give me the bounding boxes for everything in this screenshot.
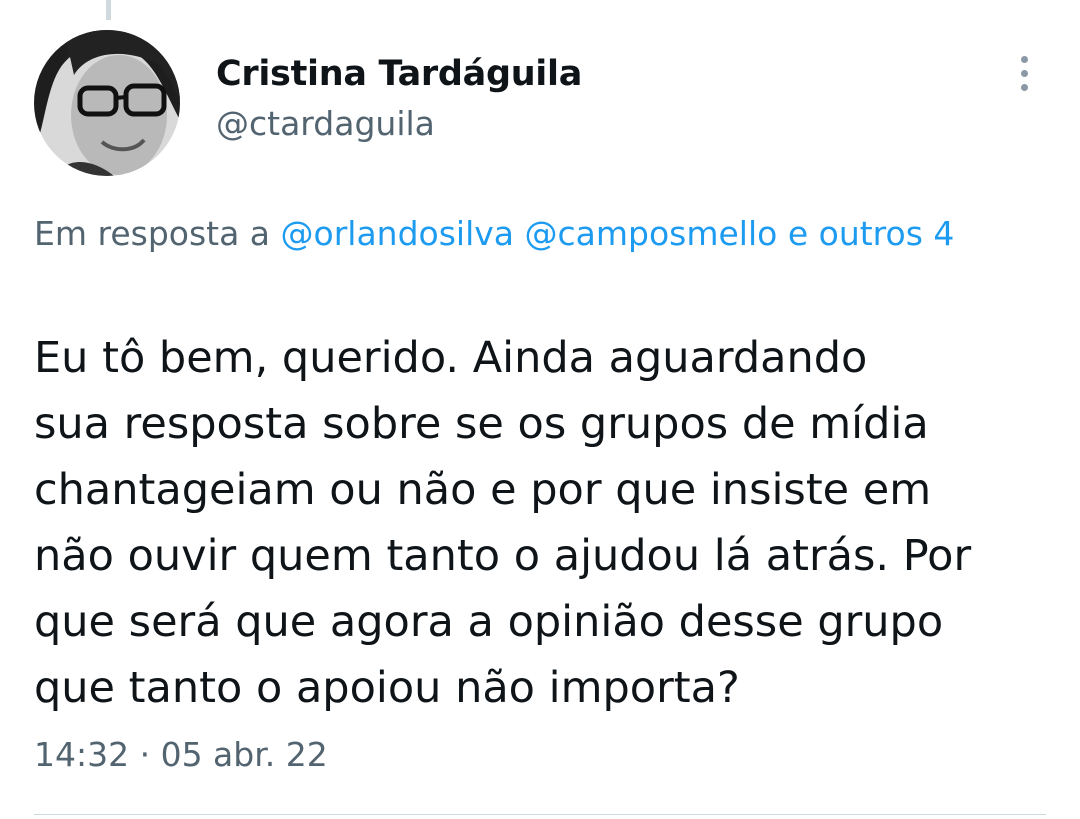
others-link[interactable]: e outros 4 xyxy=(788,214,955,253)
tweet-text-line: Eu tô bem, querido. Ainda aguardando xyxy=(34,333,868,383)
author-name[interactable]: Cristina Tardáguila xyxy=(216,54,582,94)
mention-link[interactable]: @camposmello xyxy=(525,214,778,253)
mention-link[interactable]: @orlandosilva xyxy=(281,214,514,253)
tweet-text-line: sua resposta sobre se os grupos de mídia xyxy=(34,399,929,449)
reply-prefix: Em resposta a xyxy=(34,214,271,253)
reply-context: Em resposta a @orlandosilva @camposmello… xyxy=(34,208,1054,260)
tweet-timestamp[interactable]: 14:32 · 05 abr. 22 xyxy=(34,735,328,774)
author-handle[interactable]: @ctardaguila xyxy=(216,104,435,143)
avatar-photo xyxy=(34,30,180,176)
tweet-text-line: chantageiam ou não e por que insiste em xyxy=(34,465,932,515)
tweet-text-line: que tanto o apoiou não importa? xyxy=(34,663,740,713)
tweet-detail: Cristina Tardáguila @ctardaguila Em resp… xyxy=(0,0,1080,819)
divider xyxy=(34,814,1046,815)
more-vertical-icon[interactable] xyxy=(1006,52,1042,96)
avatar[interactable] xyxy=(34,30,180,176)
tweet-text-line: não ouvir quem tanto o ajudou lá atrás. … xyxy=(34,531,972,581)
thread-connector-line xyxy=(106,0,111,20)
tweet-text: Eu tô bem, querido. Ainda aguardando sua… xyxy=(34,325,1044,721)
tweet-text-line: que será que agora a opinião desse grupo xyxy=(34,597,944,647)
